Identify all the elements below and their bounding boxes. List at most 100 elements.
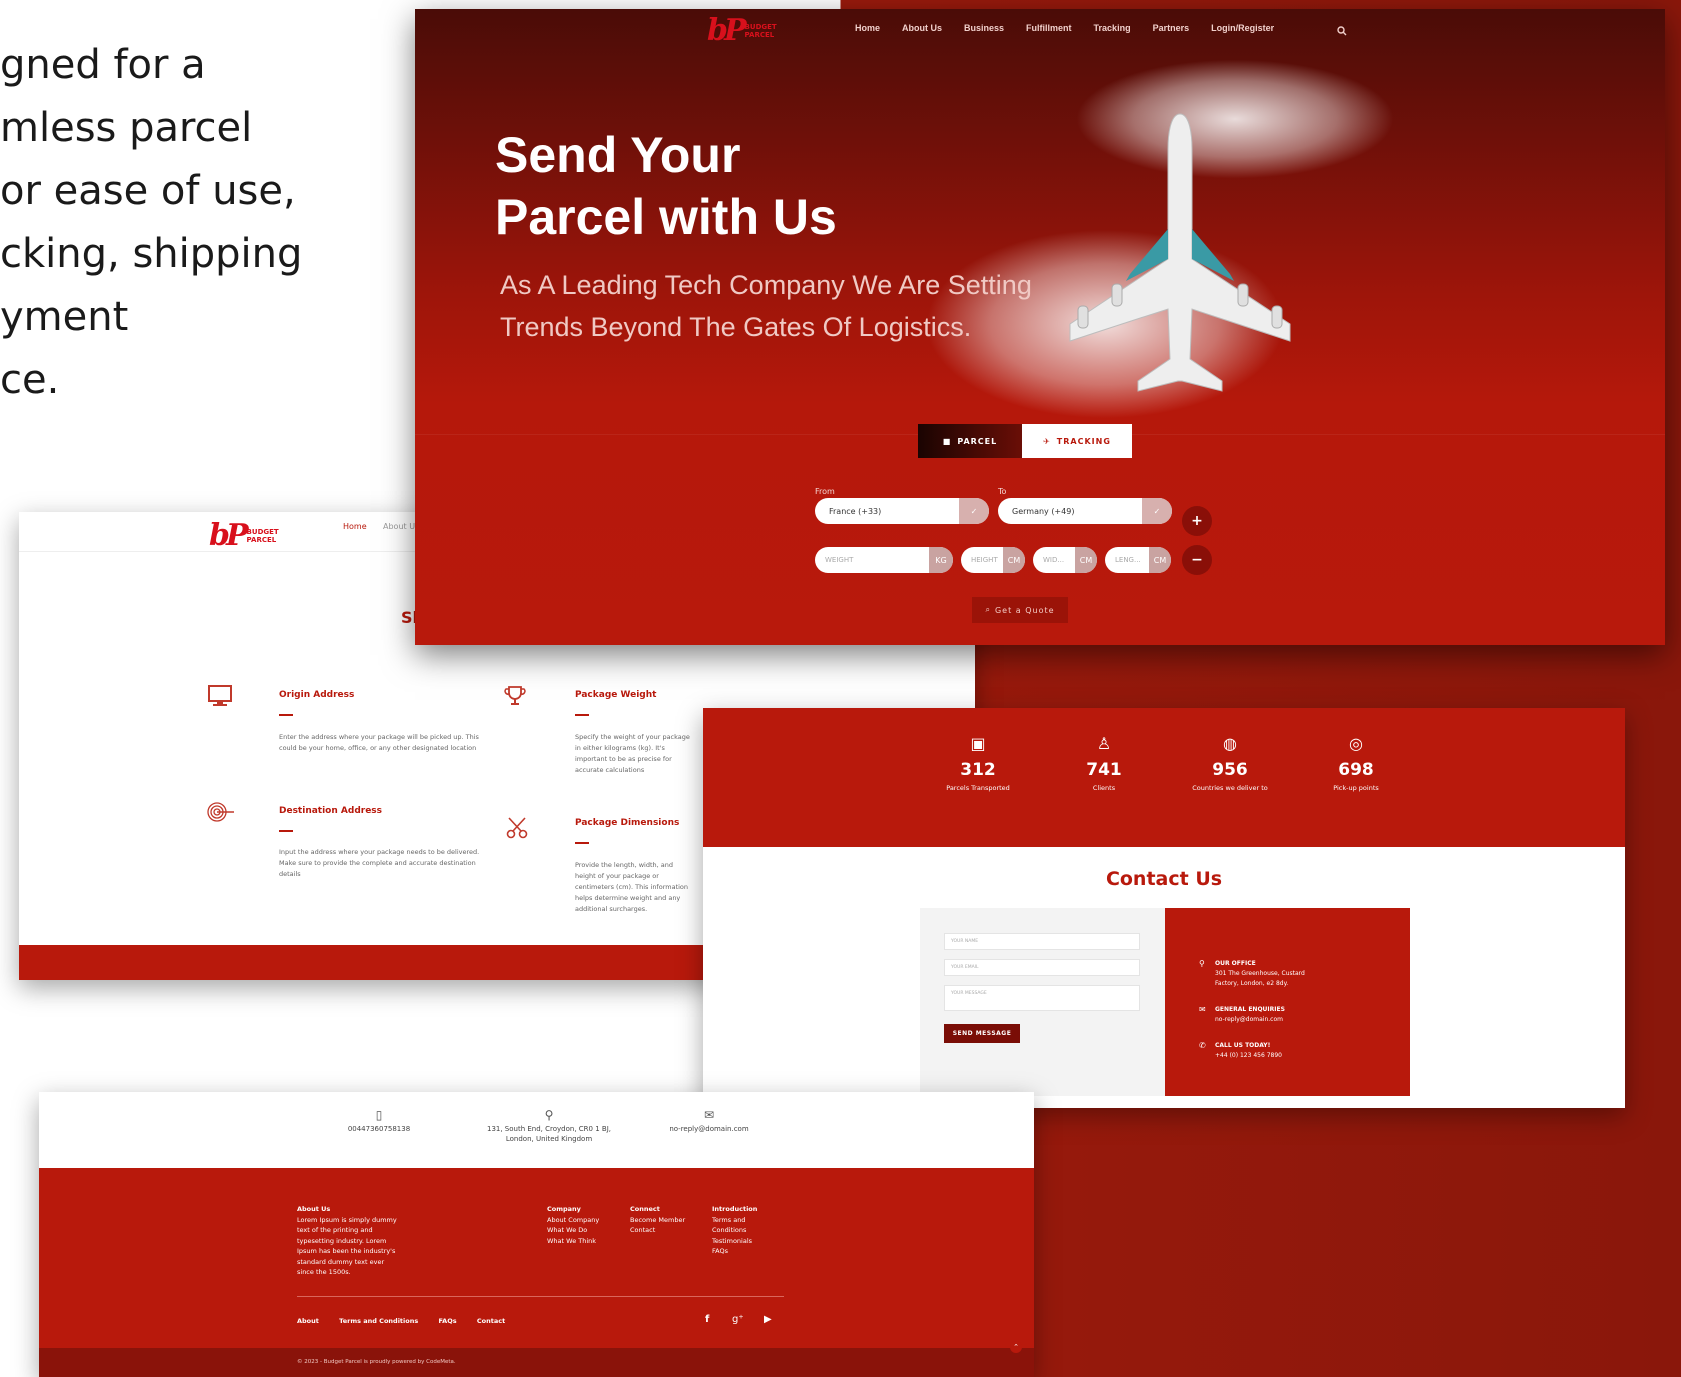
from-select[interactable]: France (+33) ✓ [815,498,989,524]
footer-link-faqs[interactable]: FAQs [438,1317,456,1325]
to-label: To [998,487,1007,496]
footer-link-contact[interactable]: Contact [477,1317,505,1325]
footer-contact-row: ▯ 00447360758138 ⚲ 131, South End, Croydon… [39,1092,1034,1168]
feature-title: Origin Address [279,690,355,700]
feature-underline [279,830,293,832]
email-field[interactable]: YOUR EMAIL [944,959,1140,976]
footer-about-line: standard dummy text ever [297,1257,385,1266]
tab-parcel[interactable]: ■ PARCEL [918,424,1022,458]
nav-about[interactable]: About Us [902,23,942,33]
email-value[interactable]: no-reply@domain.com [669,1125,748,1133]
nav-tracking[interactable]: Tracking [1094,23,1131,33]
stat-label: Pick-up points [1333,784,1379,792]
nav-about[interactable]: About Us [383,522,419,531]
nav-home[interactable]: Home [343,522,367,531]
logo-text: BUDGET PARCEL [247,528,279,544]
address-line: London, United Kingdom [505,1135,593,1143]
nav-partners[interactable]: Partners [1153,23,1190,33]
call-number[interactable]: +44 (0) 123 456 7890 [1215,1052,1282,1059]
logo-text-2: PARCEL [246,535,277,544]
quote-label: Get a Quote [994,605,1055,615]
logo[interactable]: bP BUDGET PARCEL [707,13,777,48]
trophy-icon [503,684,527,714]
youtube-icon[interactable]: ▶ [764,1314,772,1325]
remove-button[interactable]: − [1182,545,1212,575]
height-unit: CM [1003,547,1025,573]
feature-title: Destination Address [279,806,383,816]
footer-link[interactable]: What We Think [547,1236,599,1247]
footer-about-line: typesetting industry. Lorem [297,1236,387,1245]
feature-desc: Provide the length, width, and height of… [575,861,689,913]
facebook-icon[interactable]: f [705,1314,709,1325]
logo-text-1: BUDGET [744,22,777,31]
phone-value[interactable]: 00447360758138 [348,1125,410,1133]
stat-item: ◍ 956 Countries we deliver to [1175,734,1285,792]
hero-title-line: Parcel with Us [495,189,837,245]
message-field[interactable]: YOUR MESSAGE [944,985,1140,1011]
get-quote-button[interactable]: ⌕ Get a Quote [972,597,1068,623]
feature-underline [575,714,589,716]
footer-link-terms[interactable]: Terms and Conditions [339,1317,418,1325]
nav-login[interactable]: Login/Register [1211,23,1274,33]
footer-company-heading: Company [547,1205,581,1213]
length-input[interactable]: LENG... CM [1105,547,1171,573]
address-line: 131, South End, Croydon, CR0 1 BJ, [487,1125,611,1133]
location-pin-icon: ⚲ [1199,959,1205,968]
footer-company: Company About Company What We Do What We… [547,1204,599,1246]
stat-value: 698 [1338,760,1374,780]
footer-link[interactable]: Become Member [630,1215,685,1226]
tab-tracking[interactable]: ✈ TRACKING [1022,424,1132,458]
scroll-top-icon[interactable]: ⌃ [1010,1341,1022,1353]
logo-text: BUDGET PARCEL [745,23,777,39]
width-placeholder: WID... [1043,556,1065,564]
google-plus-icon[interactable]: g⁺ [732,1314,744,1325]
nav-links: Home About Us Business Fulfillment Track… [855,23,1296,33]
footer-intro-heading: Introduction [712,1205,758,1213]
from-label: From [815,487,835,496]
name-field[interactable]: YOUR NAME [944,933,1140,950]
length-placeholder: LENG... [1115,556,1141,564]
search-icon[interactable] [1337,21,1347,40]
nav-fulfillment[interactable]: Fulfillment [1026,23,1072,33]
height-input[interactable]: HEIGHT CM [961,547,1025,573]
nav-business[interactable]: Business [964,23,1004,33]
footer-link[interactable]: Contact [630,1225,685,1236]
footer-bottom-links: About Terms and Conditions FAQs Contact [297,1317,523,1325]
monitor-icon [207,684,233,714]
feature-desc: Specify the weight of your package in ei… [575,733,690,774]
footer-about-line: Lorem Ipsum is simply dummy [297,1215,397,1224]
send-message-button[interactable]: SEND MESSAGE [944,1024,1020,1043]
stats-band: ▣ 312 Parcels Transported ♙ 741 Clients ◍ 956… [703,708,1625,847]
footer-about-heading: About Us [297,1205,331,1213]
footer-link[interactable]: About Company [547,1215,599,1226]
weight-unit: KG [929,547,953,573]
footer-link[interactable]: Testimonials [712,1236,757,1247]
copyright-bar: ⌃ © 2023 - Budget Parcel is proudly powe… [39,1341,1034,1377]
stat-value: 956 [1212,760,1248,780]
copyright-text: © 2023 - Budget Parcel is proudly powere… [297,1359,456,1365]
nav-home[interactable]: Home [855,23,880,33]
footer-about-line: text of the printing and [297,1226,373,1234]
enquiries-email[interactable]: no-reply@domain.com [1215,1016,1283,1023]
feature-desc: Enter the address where your package wil… [279,733,479,752]
footer-link[interactable]: Terms and [712,1215,757,1226]
footer-screenshot: ▯ 00447360758138 ⚲ 131, South End, Croydon… [39,1092,1034,1377]
to-select[interactable]: Germany (+49) ✓ [998,498,1172,524]
width-input[interactable]: WID... CM [1033,547,1097,573]
search-icon: ⌕ [985,605,991,614]
stat-item: ◎ 698 Pick-up points [1301,734,1411,792]
footer-link[interactable]: FAQs [712,1246,757,1257]
logo-mark: bP [209,518,248,553]
footer-link[interactable]: What We Do [547,1225,599,1236]
location-pin-icon: ⚲ [544,1108,554,1122]
form-tabs: ■ PARCEL ✈ TRACKING [918,424,1132,458]
contact-info: ⚲ OUR OFFICE 301 The Greenhouse, Custard Fa… [1165,908,1410,1096]
footer-phone: ▯ 00447360758138 [329,1109,429,1134]
footer-link-about[interactable]: About [297,1317,319,1325]
envelope-open-icon: ✉ [703,1108,715,1122]
logo[interactable]: bP BUDGET PARCEL [209,518,279,553]
add-button[interactable]: + [1182,506,1212,536]
footer-link[interactable]: Conditions [712,1225,757,1236]
weight-input[interactable]: WEIGHT KG [815,547,953,573]
footer-about-line: Ipsum has been the industry's [297,1247,396,1255]
